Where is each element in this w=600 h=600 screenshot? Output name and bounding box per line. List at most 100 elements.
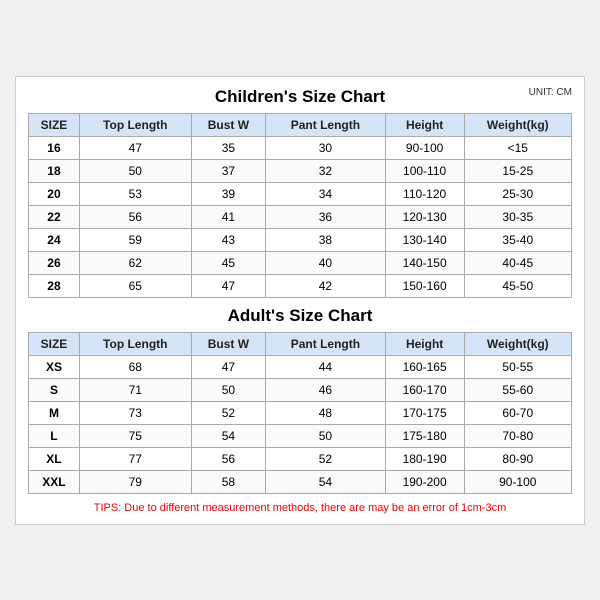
table-cell: 40 (266, 251, 386, 274)
table-cell: 30-35 (464, 205, 571, 228)
table-row: 28654742150-16045-50 (29, 274, 572, 297)
table-cell: 39 (191, 182, 266, 205)
table-cell: 26 (29, 251, 80, 274)
table-cell: 75 (79, 424, 191, 447)
table-cell: 50 (266, 424, 386, 447)
table-cell: 36 (266, 205, 386, 228)
table-row: L755450175-18070-80 (29, 424, 572, 447)
col-height: Height (385, 332, 464, 355)
table-cell: 30 (266, 136, 386, 159)
table-cell: 55-60 (464, 378, 571, 401)
col-pant-length: Pant Length (266, 113, 386, 136)
table-cell: 38 (266, 228, 386, 251)
table-cell: 54 (266, 470, 386, 493)
table-cell: 42 (266, 274, 386, 297)
table-cell: 100-110 (385, 159, 464, 182)
table-cell: 16 (29, 136, 80, 159)
col-top-length: Top Length (79, 332, 191, 355)
table-cell: 180-190 (385, 447, 464, 470)
table-cell: 44 (266, 355, 386, 378)
table-cell: 28 (29, 274, 80, 297)
table-cell: 43 (191, 228, 266, 251)
adults-title-row: Adult's Size Chart (28, 306, 572, 326)
col-bust-w: Bust W (191, 113, 266, 136)
children-size-table: SIZE Top Length Bust W Pant Length Heigh… (28, 113, 572, 298)
table-cell: L (29, 424, 80, 447)
table-cell: 160-170 (385, 378, 464, 401)
table-cell: 175-180 (385, 424, 464, 447)
table-cell: 130-140 (385, 228, 464, 251)
table-cell: 160-165 (385, 355, 464, 378)
col-bust-w: Bust W (191, 332, 266, 355)
table-cell: 73 (79, 401, 191, 424)
table-row: XS684744160-16550-55 (29, 355, 572, 378)
table-cell: 190-200 (385, 470, 464, 493)
col-size: SIZE (29, 332, 80, 355)
table-cell: 71 (79, 378, 191, 401)
col-height: Height (385, 113, 464, 136)
table-cell: 50 (191, 378, 266, 401)
table-cell: 54 (191, 424, 266, 447)
children-title-row: Children's Size Chart UNIT: CM (28, 87, 572, 107)
table-cell: S (29, 378, 80, 401)
table-cell: <15 (464, 136, 571, 159)
table-cell: XS (29, 355, 80, 378)
table-cell: 65 (79, 274, 191, 297)
table-cell: 150-160 (385, 274, 464, 297)
table-row: 24594338130-14035-40 (29, 228, 572, 251)
table-cell: 170-175 (385, 401, 464, 424)
table-cell: 22 (29, 205, 80, 228)
unit-label: UNIT: CM (529, 87, 572, 98)
table-cell: 37 (191, 159, 266, 182)
table-cell: 68 (79, 355, 191, 378)
table-cell: 35-40 (464, 228, 571, 251)
table-row: M735248170-17560-70 (29, 401, 572, 424)
table-cell: 40-45 (464, 251, 571, 274)
tips-text: TIPS: Due to different measurement metho… (28, 502, 572, 514)
table-cell: XXL (29, 470, 80, 493)
table-cell: 48 (266, 401, 386, 424)
table-cell: XL (29, 447, 80, 470)
table-cell: 52 (191, 401, 266, 424)
table-cell: 47 (191, 355, 266, 378)
table-cell: 35 (191, 136, 266, 159)
table-cell: 15-25 (464, 159, 571, 182)
table-row: S715046160-17055-60 (29, 378, 572, 401)
col-top-length: Top Length (79, 113, 191, 136)
children-chart-title: Children's Size Chart (215, 87, 385, 107)
table-cell: 53 (79, 182, 191, 205)
table-cell: 60-70 (464, 401, 571, 424)
col-weight: Weight(kg) (464, 113, 571, 136)
adults-size-table: SIZE Top Length Bust W Pant Length Heigh… (28, 332, 572, 494)
adults-chart-title: Adult's Size Chart (228, 306, 373, 326)
table-row: XL775652180-19080-90 (29, 447, 572, 470)
table-cell: 20 (29, 182, 80, 205)
table-cell: 80-90 (464, 447, 571, 470)
table-cell: 46 (266, 378, 386, 401)
table-cell: 32 (266, 159, 386, 182)
table-cell: 50-55 (464, 355, 571, 378)
chart-container: Children's Size Chart UNIT: CM SIZE Top … (15, 76, 585, 525)
table-cell: 41 (191, 205, 266, 228)
table-cell: 25-30 (464, 182, 571, 205)
table-cell: 50 (79, 159, 191, 182)
table-row: 22564136120-13030-35 (29, 205, 572, 228)
children-table-body: 1647353090-100<1518503732100-11015-25205… (29, 136, 572, 297)
col-size: SIZE (29, 113, 80, 136)
table-cell: 70-80 (464, 424, 571, 447)
table-cell: 24 (29, 228, 80, 251)
table-row: XXL795854190-20090-100 (29, 470, 572, 493)
table-cell: 45 (191, 251, 266, 274)
table-cell: 62 (79, 251, 191, 274)
table-cell: 45-50 (464, 274, 571, 297)
table-row: 26624540140-15040-45 (29, 251, 572, 274)
col-pant-length: Pant Length (266, 332, 386, 355)
table-cell: 18 (29, 159, 80, 182)
col-weight: Weight(kg) (464, 332, 571, 355)
table-cell: 77 (79, 447, 191, 470)
table-cell: 90-100 (464, 470, 571, 493)
table-cell: 140-150 (385, 251, 464, 274)
children-table-header: SIZE Top Length Bust W Pant Length Heigh… (29, 113, 572, 136)
table-cell: 56 (191, 447, 266, 470)
table-cell: 90-100 (385, 136, 464, 159)
